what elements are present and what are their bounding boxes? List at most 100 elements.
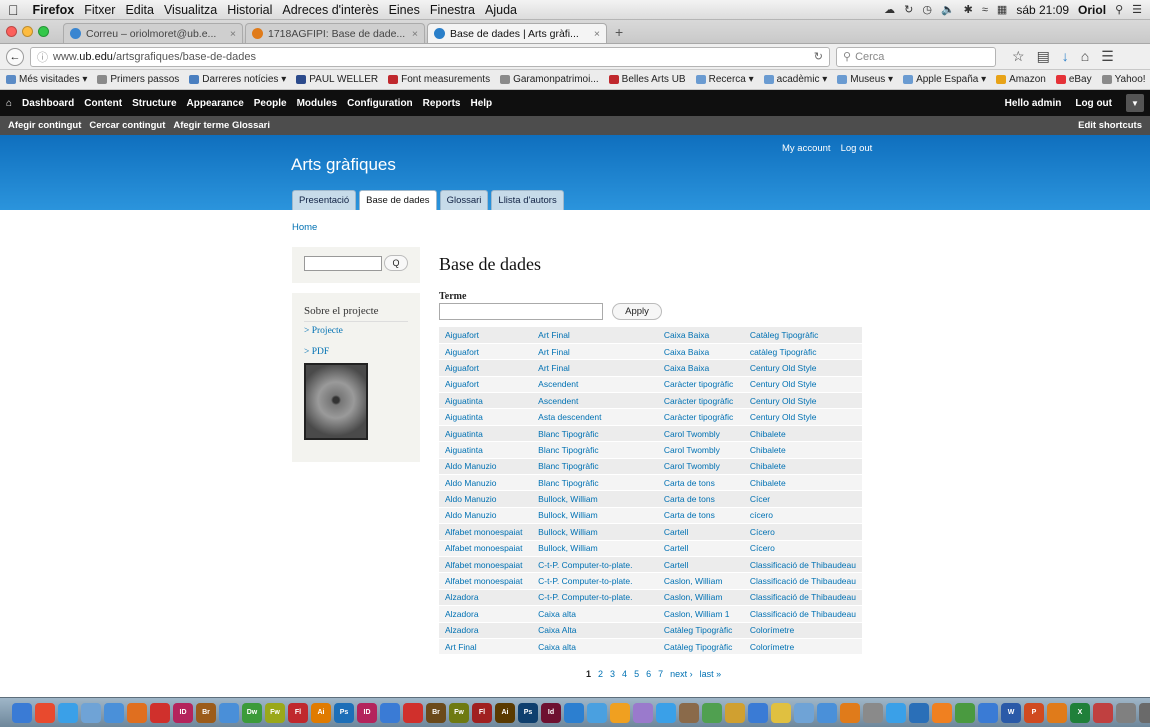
hello-admin-link[interactable]: Hello admin xyxy=(1005,98,1062,109)
bookmark-item[interactable]: Museus ▾ xyxy=(837,74,893,85)
term-link[interactable]: Aiguatinta xyxy=(439,425,533,443)
term-link[interactable]: Cartell xyxy=(657,540,744,557)
close-icon[interactable]: × xyxy=(230,28,236,40)
app-menu[interactable]: Firefox xyxy=(33,3,75,17)
clock-icon[interactable]: ◷ xyxy=(922,3,932,16)
browser-tab-course[interactable]: 1718AGFIPI: Base de dade... × xyxy=(245,23,425,43)
term-link[interactable]: Carta de tons xyxy=(657,474,744,492)
term-link[interactable]: Blanc Tipogràfic xyxy=(532,441,658,459)
pdf-link[interactable]: > PDF xyxy=(304,347,329,357)
cloud-icon[interactable]: ☁ xyxy=(884,3,895,16)
close-window-button[interactable] xyxy=(6,26,17,37)
admin-menu-dashboard[interactable]: Dashboard xyxy=(22,98,74,109)
term-link[interactable]: Aldo Manuzio xyxy=(439,474,533,492)
term-link[interactable]: Classificació de Thibaudeau xyxy=(743,589,862,607)
term-link[interactable]: Blanc Tipogràfic xyxy=(532,425,658,443)
menu-item-file[interactable]: Fitxer xyxy=(84,3,115,17)
dock-app-icon[interactable]: Ps xyxy=(518,702,538,723)
pager-page-link[interactable]: 5 xyxy=(634,669,639,679)
term-link[interactable]: Colorímetre xyxy=(743,638,862,656)
dock-app-icon[interactable] xyxy=(35,702,55,723)
term-link[interactable]: Century Old Style xyxy=(743,408,862,426)
shortcut-find-content[interactable]: Cercar contingut xyxy=(89,120,165,131)
term-link[interactable]: Aldo Manuzio xyxy=(439,507,533,525)
search-field[interactable]: ⚲ Cerca xyxy=(836,46,996,67)
tab-llista-autors[interactable]: Llista d'autors xyxy=(491,190,564,210)
term-link[interactable]: Caràcter tipogràfic xyxy=(657,408,744,426)
dock-app-icon[interactable] xyxy=(794,702,814,723)
menu-item-tools[interactable]: Eines xyxy=(389,3,420,17)
dock-app-icon[interactable] xyxy=(12,702,32,723)
dock-app-icon[interactable] xyxy=(817,702,837,723)
browser-tab-mail[interactable]: Correu – oriolmoret@ub.e... × xyxy=(63,23,243,43)
term-link[interactable]: Aiguatinta xyxy=(439,441,533,459)
shortcut-add-glossary-term[interactable]: Afegir terme Glossari xyxy=(173,120,270,131)
star-icon[interactable]: ☆ xyxy=(1012,48,1025,65)
term-link[interactable]: Aldo Manuzio xyxy=(439,458,533,476)
dock-app-icon[interactable] xyxy=(702,702,722,723)
dock-app-icon[interactable]: ID xyxy=(357,702,377,723)
project-thumbnail-image[interactable] xyxy=(304,363,368,440)
clock-text[interactable]: sáb 21:09 xyxy=(1016,3,1069,17)
bookmark-item[interactable]: Més visitades ▾ xyxy=(6,74,87,85)
term-link[interactable]: Asta descendent xyxy=(532,408,658,426)
dock-app-icon[interactable] xyxy=(81,702,101,723)
dock-app-icon[interactable]: Fl xyxy=(472,702,492,723)
term-link[interactable]: Aiguatinta xyxy=(439,408,533,426)
dock-app-icon[interactable]: Fw xyxy=(265,702,285,723)
menu-item-edit[interactable]: Edita xyxy=(125,3,154,17)
term-link[interactable]: Art Final xyxy=(532,359,658,377)
tab-base-de-dades[interactable]: Base de dades xyxy=(359,190,437,210)
dock-app-icon[interactable] xyxy=(656,702,676,723)
bookmark-item[interactable]: acadèmic ▾ xyxy=(763,74,827,85)
pager-page-link[interactable]: 4 xyxy=(622,669,627,679)
term-link[interactable]: Alzadora xyxy=(439,605,533,623)
term-link[interactable]: Catàleg Tipogràfic xyxy=(743,327,862,344)
pager-page-link[interactable]: 3 xyxy=(610,669,615,679)
bookmark-item[interactable]: PAUL WELLER xyxy=(296,74,378,85)
dock-app-icon[interactable]: Ai xyxy=(311,702,331,723)
term-filter-input[interactable] xyxy=(439,303,603,320)
dock-app-icon[interactable] xyxy=(127,702,147,723)
spotlight-icon[interactable]: ⚲ xyxy=(1115,3,1123,16)
dock-app-icon[interactable]: Dw xyxy=(242,702,262,723)
admin-logout-link[interactable]: Log out xyxy=(1075,98,1112,109)
pager-next-link[interactable]: next › xyxy=(670,669,693,679)
term-link[interactable]: cícero xyxy=(743,507,862,525)
home-icon[interactable]: ⌂ xyxy=(1081,48,1089,65)
term-link[interactable]: Chibalete xyxy=(743,441,862,459)
term-link[interactable]: Bullock, William xyxy=(532,507,658,525)
dock-app-icon[interactable] xyxy=(1047,702,1067,723)
term-link[interactable]: Cartell xyxy=(657,523,744,541)
term-link[interactable]: Caixa Baixa xyxy=(657,327,744,344)
dock-app-icon[interactable] xyxy=(610,702,630,723)
term-link[interactable]: C-t-P. Computer-to-plate. xyxy=(532,589,658,607)
term-link[interactable]: Bullock, William xyxy=(532,523,658,541)
site-name[interactable]: Arts gràfiques xyxy=(291,155,396,175)
dock-app-icon[interactable]: Br xyxy=(196,702,216,723)
term-link[interactable]: Caràcter tipogràfic xyxy=(657,392,744,410)
back-arrow-icon[interactable]: ← xyxy=(6,47,24,66)
menu-item-bookmarks[interactable]: Adreces d'interès xyxy=(282,3,378,17)
home-icon[interactable]: ⌂ xyxy=(6,98,12,109)
term-link[interactable]: Caslon, William 1 xyxy=(657,605,744,623)
bookmark-item[interactable]: Darreres notícies ▾ xyxy=(189,74,286,85)
bookmark-item[interactable]: Belles Arts UB xyxy=(608,74,686,85)
close-icon[interactable]: × xyxy=(594,28,600,40)
term-link[interactable]: Chibalete xyxy=(743,474,862,492)
term-link[interactable]: C-t-P. Computer-to-plate. xyxy=(532,572,658,590)
dock-app-icon[interactable]: Fl xyxy=(288,702,308,723)
term-link[interactable]: Classificació de Thibaudeau xyxy=(743,605,862,623)
term-link[interactable]: C-t-P. Computer-to-plate. xyxy=(532,556,658,574)
bookmarks-list-icon[interactable]: ▤ xyxy=(1037,48,1050,65)
menu-item-window[interactable]: Finestra xyxy=(430,3,475,17)
admin-menu-help[interactable]: Help xyxy=(470,98,492,109)
dock-app-icon[interactable]: Id xyxy=(541,702,561,723)
term-link[interactable]: Art Final xyxy=(532,327,658,344)
term-link[interactable]: Classificació de Thibaudeau xyxy=(743,572,862,590)
term-link[interactable]: Art Final xyxy=(439,638,533,656)
projecte-link[interactable]: > Projecte xyxy=(304,326,343,336)
info-icon[interactable]: ⓘ xyxy=(37,49,48,65)
term-link[interactable]: Aiguafort xyxy=(439,343,533,361)
dock-app-icon[interactable] xyxy=(1093,702,1113,723)
